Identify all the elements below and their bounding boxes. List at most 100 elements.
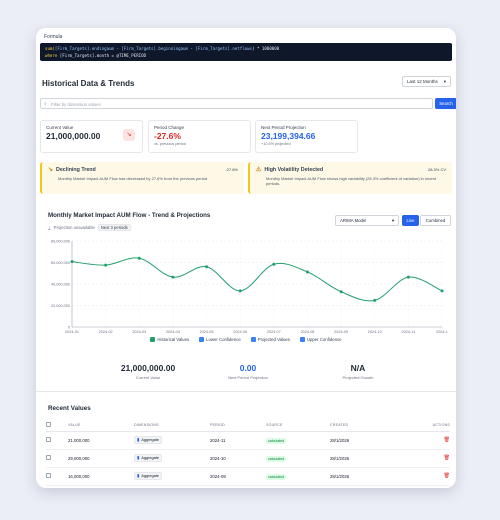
table-row[interactable]: 16,000,000 ▮ Aggregate 2024-09 calculated… bbox=[46, 467, 450, 486]
column-header[interactable]: VALUE bbox=[68, 420, 134, 432]
summary-label: Projected Growth bbox=[342, 375, 374, 380]
x-tick-label: 2024-03 bbox=[132, 330, 146, 334]
row-checkbox[interactable] bbox=[46, 437, 51, 442]
declining-trend-alert: ↘ Declining Trend -27.6% Monthly Market I… bbox=[40, 162, 244, 194]
period-cell: 2024-10 bbox=[210, 449, 266, 468]
created-cell: 28/1/2026 bbox=[330, 431, 408, 450]
select-all-cell bbox=[46, 420, 68, 432]
historical-data-card: Formula sum([Firm_Targets].endingaum - [… bbox=[36, 28, 456, 488]
y-tick-label: 40,000,000 bbox=[51, 283, 70, 287]
data-point bbox=[171, 275, 175, 279]
table-row[interactable]: 29,000,000 ▮ Aggregate 2024-10 calculated… bbox=[46, 449, 450, 468]
data-point bbox=[238, 289, 242, 293]
row-checkbox[interactable] bbox=[46, 473, 51, 478]
summary-projection: 0.00 Next Period Projection bbox=[188, 363, 308, 380]
bar-chart-icon: ▮ bbox=[137, 455, 140, 460]
period-cell: 2024-09 bbox=[210, 467, 266, 486]
formula-code-block[interactable]: sum([Firm_Targets].endingaum - [Firm_Tar… bbox=[40, 43, 452, 61]
legend-swatch bbox=[150, 337, 156, 342]
model-select[interactable]: ARIMA Model ▾ bbox=[335, 215, 399, 226]
data-point bbox=[305, 270, 309, 274]
x-tick-label: 2024-06 bbox=[233, 330, 247, 334]
recent-values-table: VALUE DIMENSIONS PERIOD SOURCE CREATED A… bbox=[46, 420, 450, 486]
stat-sub: +10.5% projected bbox=[261, 142, 291, 146]
dimension-cell: ▮ Aggregate bbox=[134, 449, 210, 468]
data-point bbox=[104, 263, 108, 267]
dimension-label: Aggregate bbox=[141, 456, 159, 460]
code-field: [Firm_Targets].beginningaum bbox=[121, 46, 188, 51]
data-point bbox=[339, 290, 343, 294]
x-tick-label: 2024-09 bbox=[334, 330, 348, 334]
created-cell: 28/1/2026 bbox=[330, 467, 408, 486]
delete-icon[interactable]: 🗑 bbox=[408, 431, 450, 450]
filter-input[interactable]: ⌕ Filter by dimension values bbox=[40, 98, 433, 109]
column-header[interactable]: DIMENSIONS bbox=[134, 420, 210, 432]
projection-card: Next Period Projection 23,199,394.66 +10… bbox=[255, 120, 358, 153]
legend-item[interactable]: Lower Confidence bbox=[199, 337, 241, 342]
recent-values-title: Recent Values bbox=[48, 405, 91, 412]
x-tick-label: 2024-04 bbox=[166, 330, 180, 334]
row-select-cell bbox=[46, 467, 68, 486]
periods-badge: Next 3 periods bbox=[97, 224, 131, 231]
view-line-button[interactable]: Line bbox=[402, 215, 419, 226]
trend-line-chart: 0 20,000,000 40,000,000 60,000,000 80,000,00… bbox=[51, 240, 448, 335]
trend-down-icon: ↘ bbox=[123, 129, 135, 141]
value-cell: 21,000,000 bbox=[68, 431, 134, 450]
stat-sub: vs. previous period bbox=[154, 142, 186, 146]
period-change-card: Period Change -27.6% vs. previous period bbox=[148, 120, 251, 153]
table-row[interactable]: 21,000,000 ▮ Aggregate 2024-11 calculated… bbox=[46, 431, 450, 450]
period-select-value: Last 12 Months bbox=[407, 79, 438, 84]
dimension-tag: ▮ Aggregate bbox=[134, 454, 162, 462]
legend-item[interactable]: Historical Values bbox=[150, 337, 189, 342]
period-select[interactable]: Last 12 Months ▾ bbox=[402, 76, 451, 87]
table-header-row: VALUE DIMENSIONS PERIOD SOURCE CREATED A… bbox=[46, 420, 450, 432]
column-header[interactable]: CREATED bbox=[330, 420, 408, 432]
legend-item[interactable]: Projected Values bbox=[250, 337, 290, 342]
row-select-cell bbox=[46, 431, 68, 450]
summary-label: Next Period Projection bbox=[228, 375, 268, 380]
row-select-cell bbox=[46, 449, 68, 468]
dimension-label: Aggregate bbox=[141, 474, 159, 478]
dimension-cell: ▮ Aggregate bbox=[134, 467, 210, 486]
bar-chart-icon: ▮ bbox=[137, 437, 140, 442]
code-condition: [Firm_Targets].month = @TIME_PERIOD bbox=[59, 53, 147, 58]
series-line-historical-values bbox=[71, 257, 443, 302]
source-cell: calculated bbox=[266, 449, 330, 468]
legend-item[interactable]: Upper Confidence bbox=[299, 337, 342, 342]
source-badge: calculated bbox=[266, 473, 287, 480]
filter-row: ⌕ Filter by dimension values Search bbox=[40, 98, 456, 110]
volatility-alert: ⚠ High Volatility Detected 28.3% CV Month… bbox=[248, 162, 452, 194]
current-value-card: Current Value 21,000,000.00 ↘ bbox=[40, 120, 143, 153]
data-point bbox=[205, 265, 209, 269]
x-tick-label: 2024-01 bbox=[65, 330, 79, 334]
code-field: [Firm_Targets].endingaum bbox=[54, 46, 115, 51]
legend-label: Historical Values bbox=[157, 337, 190, 342]
code-field: [Firm_Targets].netflows bbox=[195, 46, 253, 51]
y-tick-label: 80,000,000 bbox=[51, 240, 70, 244]
row-checkbox[interactable] bbox=[46, 455, 51, 460]
select-all-checkbox[interactable] bbox=[46, 422, 51, 428]
filter-placeholder: Filter by dimension values bbox=[51, 102, 101, 107]
source-cell: calculated bbox=[266, 467, 330, 486]
code-op: ) * 1000000 bbox=[252, 46, 280, 51]
period-cell: 2024-11 bbox=[210, 431, 266, 450]
created-cell: 28/1/2026 bbox=[330, 449, 408, 468]
delete-icon[interactable]: 🗑 bbox=[408, 467, 450, 486]
alert-pct: -27.6% bbox=[225, 167, 238, 172]
value-cell: 29,000,000 bbox=[68, 449, 134, 468]
section-title: Historical Data & Trends bbox=[42, 79, 135, 88]
source-badge: calculated bbox=[266, 437, 287, 444]
view-combined-button[interactable]: Combined bbox=[420, 215, 451, 226]
x-tick-label: 2024-05 bbox=[200, 330, 214, 334]
legend-label: Lower Confidence bbox=[206, 337, 241, 342]
formula-line-1: sum([Firm_Targets].endingaum - [Firm_Tar… bbox=[45, 45, 447, 52]
data-point bbox=[440, 289, 444, 293]
summary-value: 0.00 bbox=[239, 363, 257, 373]
divider bbox=[36, 391, 456, 392]
delete-icon[interactable]: 🗑 bbox=[408, 449, 450, 468]
column-header[interactable]: SOURCE bbox=[266, 420, 330, 432]
source-cell: calculated bbox=[266, 431, 330, 450]
column-header[interactable]: PERIOD bbox=[210, 420, 266, 432]
search-button[interactable]: Search bbox=[435, 98, 456, 109]
data-point bbox=[137, 256, 141, 260]
